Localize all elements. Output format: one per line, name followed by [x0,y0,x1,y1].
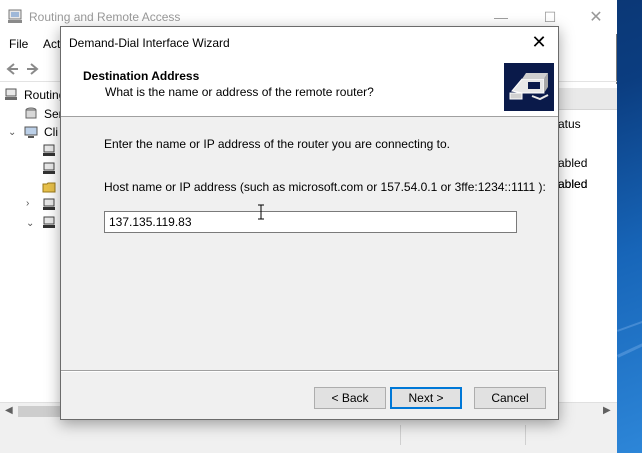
console-tree: Routing Ser ⌄ Cli › ⌄ [0,84,65,402]
wizard-body: Enter the name or IP address of the rout… [61,118,558,368]
router-icon [43,216,55,228]
status-bar-divider [400,425,401,445]
main-window-title: Routing and Remote Access [29,10,181,24]
status-column-header[interactable]: atus [558,117,581,131]
wizard-subheading: What is the name or address of the remot… [105,85,374,99]
clients-icon [24,126,38,138]
cancel-button[interactable]: Cancel [474,387,546,409]
router-icon [43,144,55,156]
host-address-input[interactable] [104,211,517,233]
network-wizard-graphic-icon [504,63,554,111]
scroll-right-icon[interactable]: ▶ [603,405,611,416]
wizard-instruction: Enter the name or IP address of the rout… [104,137,450,151]
back-arrow-icon[interactable] [4,61,20,77]
wizard-heading: Destination Address [83,69,200,83]
wallpaper-beam [617,338,642,358]
next-button[interactable]: Next > [390,387,462,409]
scroll-left-icon[interactable]: ◀ [5,405,13,416]
tree-label: Cli [44,125,58,139]
text-cursor-icon [258,204,264,220]
host-field-label: Host name or IP address (such as microso… [104,180,546,194]
wizard-close-button[interactable]: ✕ [526,30,552,54]
wallpaper-beam [617,316,642,332]
tree-item-server-status[interactable]: Ser [0,105,63,123]
tree-item-router[interactable] [0,160,62,178]
wizard-header: Destination Address What is the name or … [61,57,558,117]
demand-dial-wizard-dialog: Demand-Dial Interface Wizard ✕ Destinati… [60,26,559,420]
status-bar-divider [525,425,526,445]
status-cell: abled [558,177,588,191]
wizard-footer-divider [61,370,558,372]
router-icon [43,162,55,174]
forward-arrow-icon[interactable] [25,61,41,77]
tree-item-router[interactable] [0,142,62,160]
chevron-down-icon[interactable]: ⌄ [8,127,16,138]
tree-item-clients[interactable]: ⌄ Cli [0,123,62,141]
tree-item-folder[interactable] [0,178,62,196]
tree-item-router-expanded[interactable]: ⌄ [0,214,62,232]
column-header[interactable] [558,88,617,110]
menu-action[interactable]: Act [43,37,60,51]
status-bar [0,419,617,453]
tree-item-routing[interactable]: Routing [0,86,65,104]
server-icon [5,88,17,100]
chevron-down-icon[interactable]: ⌄ [26,218,34,229]
wizard-title: Demand-Dial Interface Wizard [69,36,230,50]
details-pane: atus abled abled abled [558,84,617,402]
chevron-right-icon[interactable]: › [26,198,29,209]
menu-file[interactable]: File [9,37,28,51]
tree-item-router-collapsed[interactable]: › [0,196,62,214]
wizard-titlebar: Demand-Dial Interface Wizard ✕ [61,27,558,57]
rras-app-icon [8,9,22,23]
back-button[interactable]: < Back [314,387,386,409]
folder-icon [42,182,56,193]
database-icon [25,107,37,119]
close-button[interactable]: ✕ [573,4,619,30]
status-cell: abled [558,156,588,170]
